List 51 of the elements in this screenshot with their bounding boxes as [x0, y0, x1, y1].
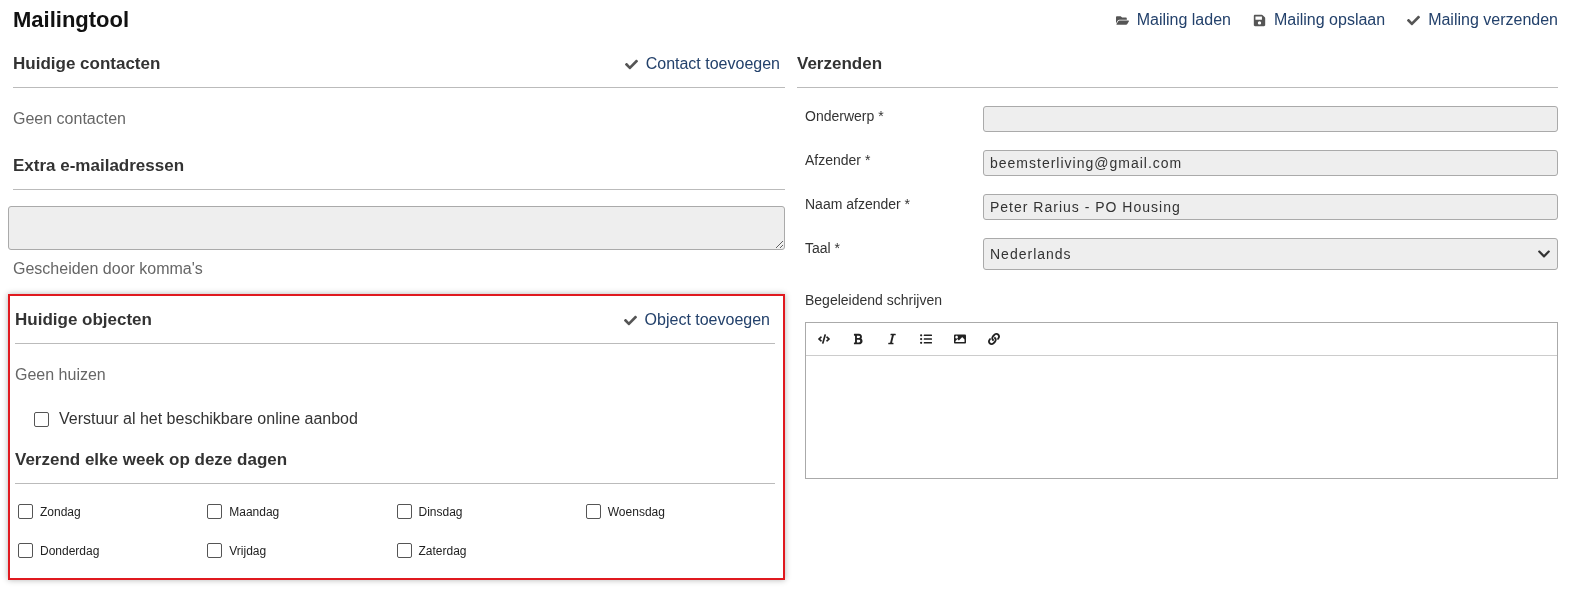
email-input-field[interactable] — [8, 206, 785, 250]
day-label: Zaterdag — [418, 543, 467, 558]
check-icon — [1407, 13, 1421, 27]
checkbox[interactable] — [207, 504, 223, 519]
checkbox[interactable] — [396, 543, 412, 558]
section-heading: Verzend elke week op deze dagen — [15, 450, 288, 470]
section-heading: Huidige contacten — [13, 54, 161, 74]
link-icon[interactable] — [988, 333, 1000, 345]
field-label: Taal * — [805, 239, 842, 256]
checkbox[interactable] — [18, 504, 33, 519]
text-input-field[interactable] — [983, 106, 1558, 132]
save-icon — [1252, 13, 1266, 27]
text-input-field[interactable]: beemsterliving@gmail.com — [983, 150, 1558, 176]
toolbar-link[interactable]: Mailing opslaan — [1252, 11, 1386, 29]
toolbar-link[interactable]: Mailing laden — [1115, 11, 1231, 29]
day-label: Zondag — [40, 504, 81, 519]
checkbox[interactable] — [34, 411, 49, 427]
empty-text: Geen contacten — [12, 109, 127, 129]
field-label: Onderwerp * — [805, 107, 885, 124]
section-heading: Verzenden — [797, 54, 883, 74]
day-label: Donderdag — [40, 543, 100, 558]
toolbar-link[interactable]: Mailing verzenden — [1407, 11, 1558, 29]
italic-icon[interactable] — [886, 333, 898, 345]
checkbox[interactable] — [396, 504, 412, 519]
code-icon[interactable] — [818, 333, 830, 345]
check-icon — [623, 313, 637, 327]
day-label: Vrijdag — [229, 543, 267, 558]
checkbox-label: Verstuur al het beschikbare online aanbod — [59, 410, 358, 428]
list-icon[interactable] — [920, 333, 932, 345]
empty-text: Geen huizen — [14, 365, 107, 385]
bold-icon[interactable] — [852, 333, 864, 345]
field-label: Afzender * — [805, 151, 872, 168]
page-title: Mailingtool — [13, 7, 130, 33]
day-label: Woensdag — [607, 504, 665, 519]
text-input-field[interactable]: Peter Rarius - PO Housing — [983, 194, 1558, 220]
checkbox[interactable] — [207, 543, 223, 558]
checkbox[interactable] — [585, 504, 601, 519]
section-heading: Huidige objecten — [15, 310, 152, 330]
field-label: Naam afzender * — [805, 195, 912, 212]
check-icon — [624, 57, 638, 71]
hint-text: Gescheiden door komma's — [12, 259, 204, 278]
section-heading: Extra e-mailadressen — [13, 156, 185, 176]
day-label: Dinsdag — [418, 504, 463, 519]
add-contact-link[interactable]: Contact toevoegen — [624, 55, 780, 73]
add-object-link[interactable]: Object toevoegen — [623, 311, 770, 329]
language-select[interactable]: Nederlands — [983, 238, 1558, 270]
image-icon[interactable] — [954, 333, 966, 345]
day-label: Maandag — [229, 504, 280, 519]
folder-icon — [1115, 13, 1129, 27]
field-label: Begeleidend schrijven — [805, 291, 943, 308]
checkbox[interactable] — [18, 543, 33, 558]
